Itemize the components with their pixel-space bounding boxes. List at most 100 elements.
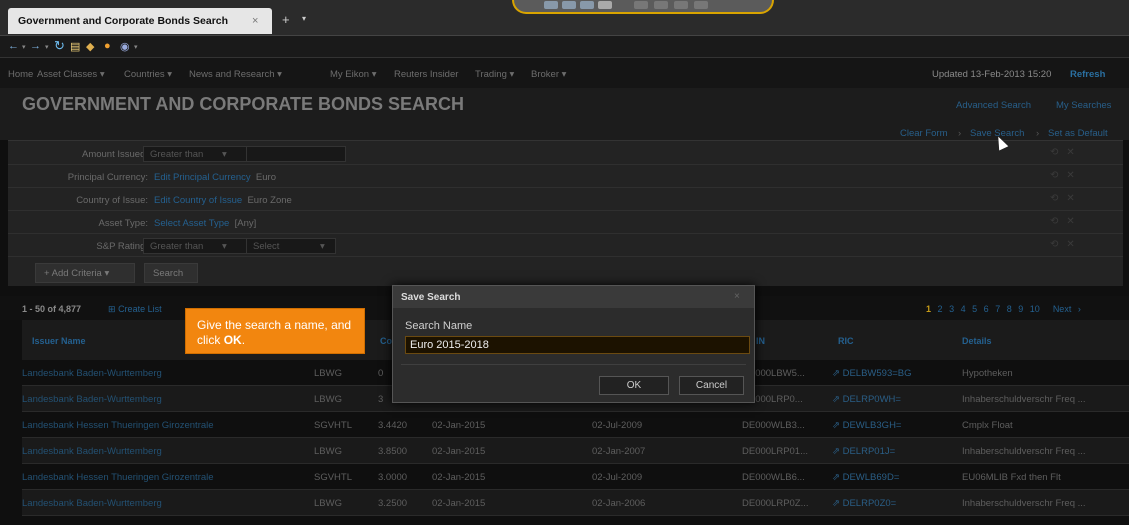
my-searches-link[interactable]: My Searches <box>1056 100 1111 111</box>
new-tab-icon[interactable]: + <box>282 12 290 27</box>
rating-operator-select[interactable]: Greater than ▾ <box>143 238 248 254</box>
asset-type-value: [Any] <box>234 218 257 229</box>
ric-cell[interactable]: ⇗ DEWLB69D= <box>832 472 899 483</box>
row-action-icons[interactable]: ⟲✕ <box>1050 147 1083 158</box>
currency-value: Euro <box>255 172 276 183</box>
chevron-down-icon: ▾ <box>320 241 325 252</box>
clear-form-link[interactable]: Clear Form <box>900 128 948 139</box>
issuer-cell[interactable]: Landesbank Baden-Wurttemberg <box>22 368 162 379</box>
cancel-button[interactable]: Cancel <box>679 376 744 395</box>
column-header-isin[interactable]: IN <box>756 336 765 346</box>
column-header-ric[interactable]: RIC <box>838 336 854 346</box>
table-row[interactable]: Landesbank Hessen Thueringen Girozentral… <box>22 412 1129 438</box>
apps-dropdown-icon[interactable]: ▾ <box>134 43 138 51</box>
page-link[interactable]: 4 <box>961 304 966 314</box>
issuer-cell[interactable]: Landesbank Baden-Wurttemberg <box>22 394 162 405</box>
separator: › <box>958 128 962 139</box>
ok-button[interactable]: OK <box>599 376 669 395</box>
page-link[interactable]: 8 <box>1007 304 1012 314</box>
menu-countries[interactable]: Countries ▾ <box>124 69 172 80</box>
menu-broker[interactable]: Broker ▾ <box>531 69 566 80</box>
amount-input[interactable] <box>246 146 346 162</box>
column-header-coupon[interactable]: Co <box>380 336 392 346</box>
set-default-link[interactable]: Set as Default <box>1048 128 1108 139</box>
criteria-value: Edit Country of Issue Euro Zone <box>154 195 292 206</box>
page-link[interactable]: 7 <box>995 304 1000 314</box>
refresh-icon[interactable]: ↻ <box>54 38 65 54</box>
issuer-cell[interactable]: Landesbank Baden-Wurttemberg <box>22 498 162 509</box>
issuer-cell[interactable]: Landesbank Hessen Thueringen Girozentral… <box>22 420 214 431</box>
browser-tab[interactable]: Government and Corporate Bonds Search × <box>8 8 272 34</box>
refresh-link[interactable]: Refresh <box>1070 69 1105 80</box>
table-row[interactable]: Landesbank Baden-Wurttemberg LBWG 3.8500… <box>22 438 1129 464</box>
menu-trading[interactable]: Trading ▾ <box>475 69 514 80</box>
issuer-cell[interactable]: Landesbank Baden-Wurttemberg <box>22 446 162 457</box>
add-criteria-button[interactable]: + Add Criteria ▾ <box>35 263 135 283</box>
menu-asset-classes[interactable]: Asset Classes ▾ <box>37 69 105 80</box>
criteria-label: Country of Issue: <box>76 195 148 206</box>
table-row[interactable]: Landesbank Baden-Wurttemberg LBWG 3.2500… <box>22 490 1129 516</box>
ric-cell[interactable]: ⇗ DELRP0WH= <box>832 394 901 405</box>
row-action-icons[interactable]: ⟲✕ <box>1050 216 1083 227</box>
tab-menu-icon[interactable]: ▾ <box>302 14 306 23</box>
ric-cell[interactable]: ⇗ DELBW593=BG <box>832 368 912 379</box>
menu-my-eikon[interactable]: My Eikon ▾ <box>330 69 376 80</box>
page-link[interactable]: 6 <box>984 304 989 314</box>
row-action-icons[interactable]: ⟲✕ <box>1050 239 1083 250</box>
menu-reuters-insider[interactable]: Reuters Insider <box>394 69 458 80</box>
details-cell: Cmplx Float <box>962 420 1013 431</box>
page-link[interactable]: 5 <box>972 304 977 314</box>
country-value: Euro Zone <box>247 195 292 206</box>
help-icon[interactable]: ● <box>104 40 111 52</box>
search-button[interactable]: Search <box>144 263 198 283</box>
row-action-icons[interactable]: ⟲✕ <box>1050 170 1083 181</box>
page-link[interactable]: 3 <box>949 304 954 314</box>
amount-operator-select[interactable]: Greater than ▾ <box>143 146 248 162</box>
close-icon[interactable]: × <box>734 291 740 302</box>
edit-currency-link[interactable]: Edit Principal Currency <box>154 172 251 183</box>
table-row[interactable]: Landesbank Hessen Thueringen Girozentral… <box>22 464 1129 490</box>
create-list-label: Create List <box>118 304 162 314</box>
search-name-input[interactable] <box>405 336 750 354</box>
select-asset-type-link[interactable]: Select Asset Type <box>154 218 229 229</box>
back-arrow-icon[interactable]: ← <box>8 40 19 52</box>
instruction-tooltip: Give the search a name, and click OK. <box>185 308 365 354</box>
menu-home[interactable]: Home <box>8 69 33 80</box>
column-header-details[interactable]: Details <box>962 336 992 346</box>
details-cell: EU06MLIB Fxd then Flt <box>962 472 1061 483</box>
forward-arrow-icon[interactable]: → <box>30 40 41 52</box>
tab-bar: Government and Corporate Bonds Search × … <box>0 0 1129 36</box>
page-link[interactable]: 2 <box>938 304 943 314</box>
tools-icon[interactable]: ◆ <box>86 40 94 53</box>
eikon-toolbar-widget[interactable] <box>512 0 774 14</box>
issuer-cell[interactable]: Landesbank Hessen Thueringen Girozentral… <box>22 472 214 483</box>
ric-value: DELRP0WH= <box>842 394 901 405</box>
apps-icon[interactable]: ◉ <box>120 40 130 53</box>
menu-news-research[interactable]: News and Research ▾ <box>189 69 282 80</box>
tab-close-icon[interactable]: × <box>252 15 258 27</box>
ric-cell[interactable]: ⇗ DELRP0Z0= <box>832 498 896 509</box>
ticker-cell: SGVHTL <box>314 420 353 431</box>
maturity-cell: 02-Jan-2015 <box>432 472 486 483</box>
create-list-link[interactable]: ⊞ Create List <box>108 304 162 315</box>
rating-select[interactable]: Select ▾ <box>246 238 336 254</box>
ric-cell[interactable]: ⇗ DEWLB3GH= <box>832 420 901 431</box>
page-link[interactable]: 1 <box>926 304 931 314</box>
chevron-down-icon: ▾ <box>221 149 227 160</box>
tooltip-bold: OK <box>223 333 242 347</box>
column-header-issuer[interactable]: Issuer Name <box>32 336 86 346</box>
isin-cell: DE000WLB3... <box>742 420 805 431</box>
edit-country-link[interactable]: Edit Country of Issue <box>154 195 242 206</box>
ric-cell[interactable]: ⇗ DELRP01J= <box>832 446 895 457</box>
details-cell: Inhaberschuldverschr Freq ... <box>962 446 1086 457</box>
forward-dropdown-icon[interactable]: ▾ <box>45 43 49 51</box>
page-link[interactable]: 10 <box>1030 304 1040 314</box>
result-count: 1 - 50 of 4,877 <box>22 304 82 314</box>
page-link[interactable]: 9 <box>1018 304 1023 314</box>
back-dropdown-icon[interactable]: ▾ <box>22 43 26 51</box>
next-page-link[interactable]: Next › <box>1053 304 1081 314</box>
save-search-dialog: Save Search × Search Name OK Cancel <box>392 285 755 403</box>
print-icon[interactable]: ▤ <box>70 40 80 53</box>
row-action-icons[interactable]: ⟲✕ <box>1050 193 1083 204</box>
advanced-search-link[interactable]: Advanced Search <box>956 100 1031 111</box>
